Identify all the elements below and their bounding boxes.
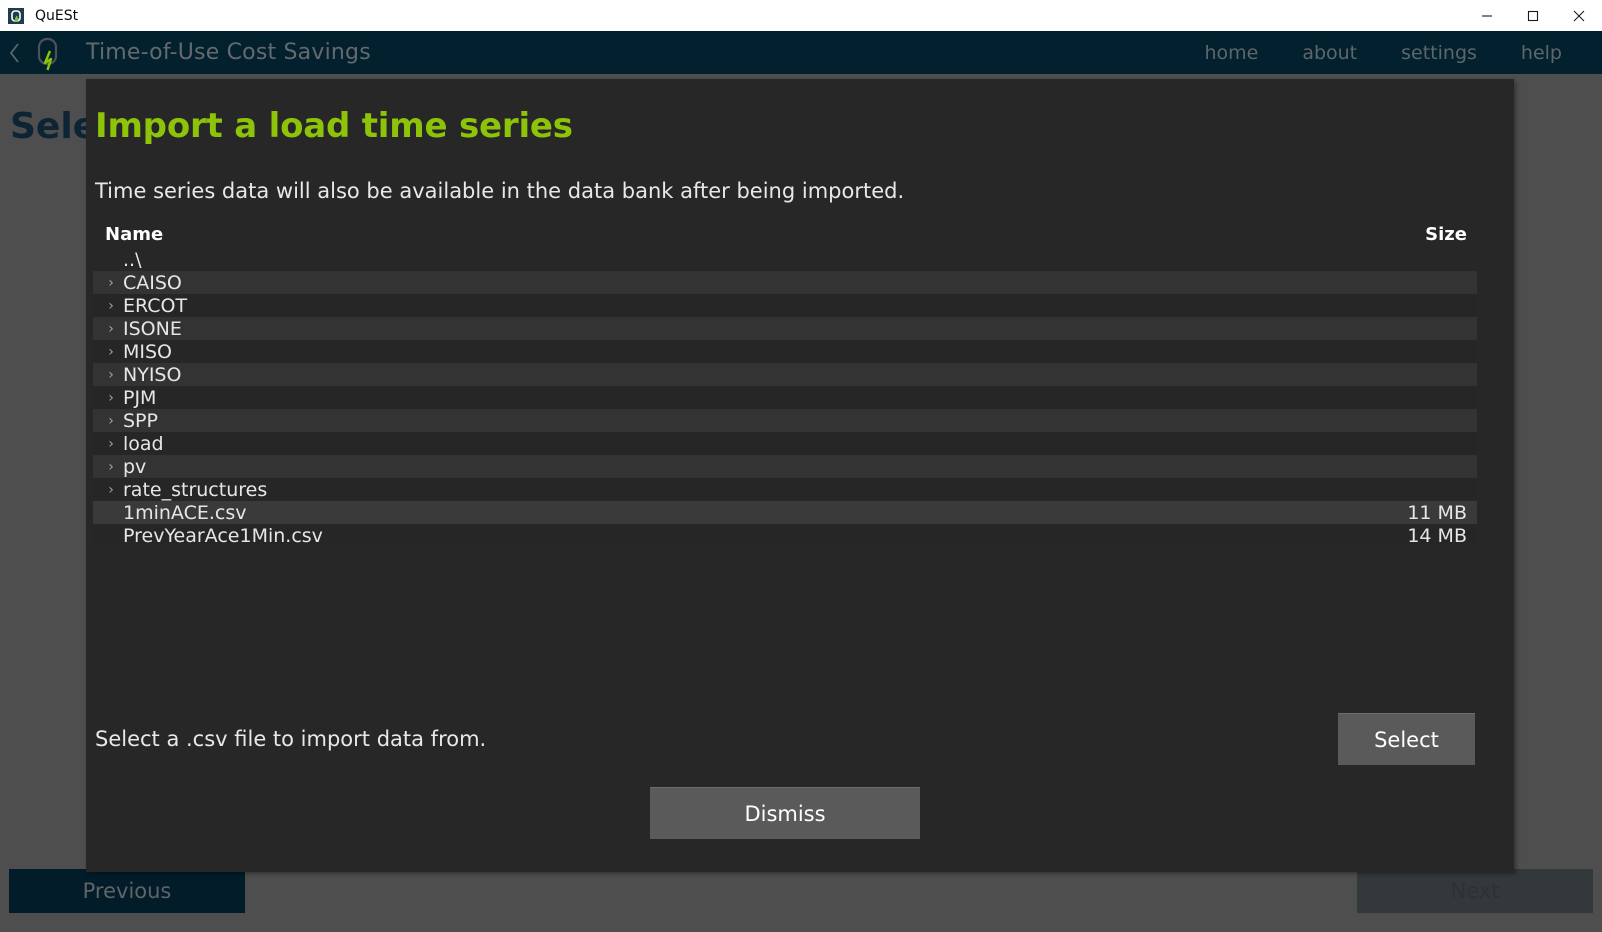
chevron-right-icon[interactable]: › (103, 391, 119, 405)
table-row[interactable]: ..\ (93, 248, 1477, 271)
table-row[interactable]: › load (93, 432, 1477, 455)
modal-subtitle: Time series data will also be available … (95, 179, 905, 203)
table-row[interactable]: › PJM (93, 386, 1477, 409)
row-name: ..\ (123, 248, 142, 271)
table-row[interactable]: › NYISO (93, 363, 1477, 386)
nav-item-about[interactable]: about (1280, 42, 1379, 64)
chevron-right-icon[interactable]: › (103, 276, 119, 290)
quest-battery-logo (30, 34, 64, 72)
row-size: 14 MB (1407, 524, 1467, 547)
row-name: PJM (123, 386, 157, 409)
column-header-name: Name (105, 224, 164, 245)
nav-item-help[interactable]: help (1499, 42, 1584, 64)
row-name: CAISO (123, 271, 182, 294)
row-name: ERCOT (123, 294, 188, 317)
nav-item-settings[interactable]: settings (1379, 42, 1499, 64)
nav-item-home[interactable]: home (1182, 42, 1280, 64)
row-name: PrevYearAce1Min.csv (123, 524, 323, 547)
table-row[interactable]: 1minACE.csv 11 MB (93, 501, 1477, 524)
row-name: NYISO (123, 363, 182, 386)
chevron-right-icon[interactable]: › (103, 460, 119, 474)
chevron-right-icon[interactable]: › (103, 345, 119, 359)
dismiss-button[interactable]: Dismiss (650, 787, 920, 839)
window-title: QuESt (35, 7, 79, 24)
chevron-right-icon[interactable]: › (103, 322, 119, 336)
chevron-right-icon[interactable]: › (103, 368, 119, 382)
row-name: rate_structures (123, 478, 268, 501)
quest-app-icon (7, 7, 25, 25)
next-button[interactable]: Next (1357, 869, 1593, 913)
window-controls (1464, 0, 1602, 31)
minimize-icon[interactable] (1464, 0, 1510, 31)
table-row[interactable]: › CAISO (93, 271, 1477, 294)
modal-hint-text: Select a .csv file to import data from. (95, 727, 487, 751)
column-header-size: Size (1425, 224, 1467, 245)
row-name: pv (123, 455, 147, 478)
row-name: ISONE (123, 317, 182, 340)
close-icon[interactable] (1556, 0, 1602, 31)
table-row[interactable]: PrevYearAce1Min.csv 14 MB (93, 524, 1477, 547)
os-title-bar: QuESt (0, 0, 1602, 32)
application-window: QuESt Time-of-Use Cost Savings home abou… (0, 0, 1602, 932)
file-list-header: Name Size (93, 221, 1477, 248)
app-header: Time-of-Use Cost Savings home about sett… (0, 31, 1602, 74)
table-row[interactable]: › pv (93, 455, 1477, 478)
table-row[interactable]: › ERCOT (93, 294, 1477, 317)
previous-button[interactable]: Previous (9, 869, 245, 913)
modal-title: Import a load time series (95, 106, 573, 146)
select-button[interactable]: Select (1338, 713, 1475, 765)
page-title: Time-of-Use Cost Savings (86, 40, 371, 65)
row-name: 1minACE.csv (123, 501, 247, 524)
file-list-rows: ..\ › CAISO › ERCOT › ISONE › MISO › NYISO › PJM › SPP… (93, 248, 1477, 547)
file-browser-list: Name Size ..\ › CAISO › ERCOT › ISONE › MISO › NYI… (93, 221, 1477, 547)
table-row[interactable]: › MISO (93, 340, 1477, 363)
table-row[interactable]: › ISONE (93, 317, 1477, 340)
table-row[interactable]: › SPP (93, 409, 1477, 432)
header-nav: home about settings help (1182, 42, 1584, 64)
row-name: load (123, 432, 164, 455)
chevron-right-icon[interactable]: › (103, 299, 119, 313)
row-name: SPP (123, 409, 158, 432)
import-time-series-modal: Import a load time series Time series da… (86, 79, 1514, 872)
chevron-right-icon[interactable]: › (103, 483, 119, 497)
row-name: MISO (123, 340, 173, 363)
chevron-right-icon[interactable]: › (103, 437, 119, 451)
chevron-right-icon[interactable]: › (103, 414, 119, 428)
back-chevron-icon[interactable] (4, 38, 26, 68)
maximize-icon[interactable] (1510, 0, 1556, 31)
row-size: 11 MB (1407, 501, 1467, 524)
table-row[interactable]: › rate_structures (93, 478, 1477, 501)
